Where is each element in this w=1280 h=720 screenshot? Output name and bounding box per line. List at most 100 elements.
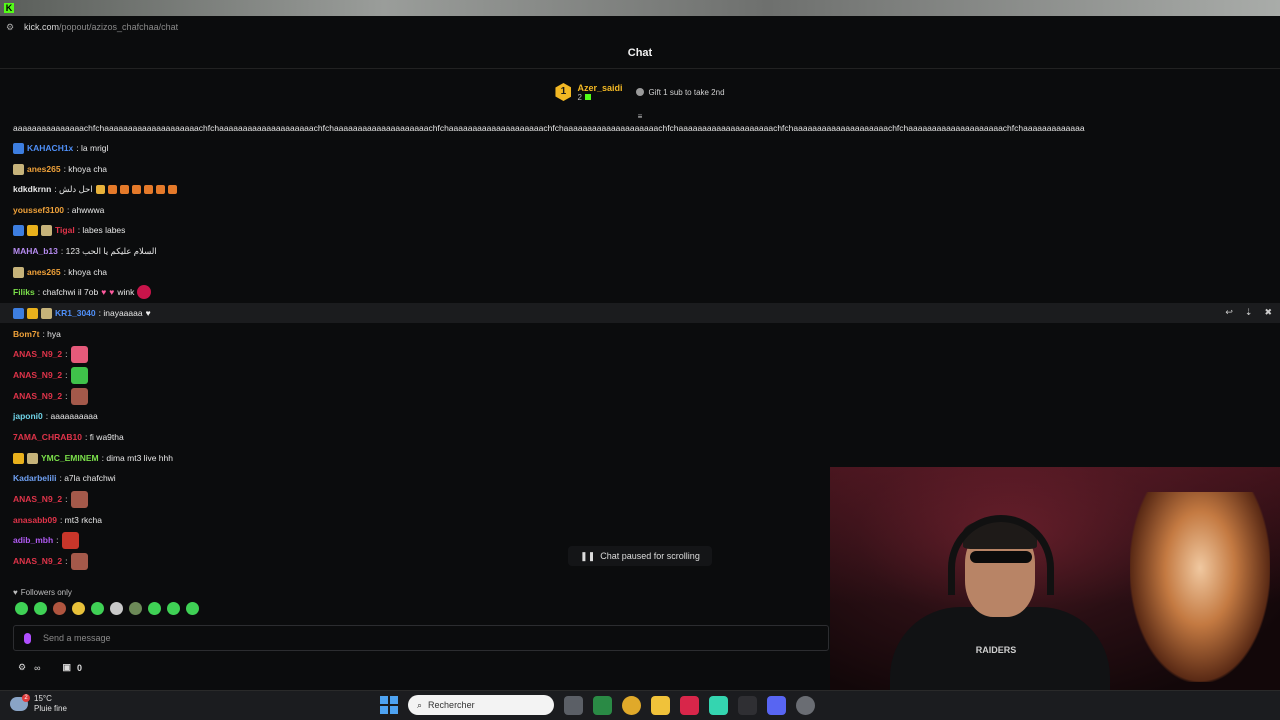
kick-app-icon[interactable] [593, 695, 612, 715]
gift-leaderboard: 1 Azer_saidi 2 Gift 1 sub to take 2nd [0, 70, 1280, 114]
channel-points[interactable]: ▣ 0 [63, 662, 83, 673]
message-text: : dima mt3 live hhh [101, 453, 173, 463]
emote-button[interactable] [186, 602, 199, 615]
chrome-icon[interactable] [622, 695, 641, 715]
capcut-icon[interactable] [738, 695, 757, 715]
chat-message: japoni0 : aaaaaaaaaa [13, 406, 98, 426]
username[interactable]: kdkdkrnn [13, 184, 51, 194]
discord-icon[interactable] [767, 695, 786, 715]
chat-message: MAHA_b13 : السلام عليكم يا الحب 123 [13, 241, 157, 261]
site-info-icon[interactable]: ⚙ [6, 22, 16, 32]
points-count: 0 [77, 662, 83, 673]
emote-button[interactable] [72, 602, 85, 615]
emote-button[interactable] [53, 602, 66, 615]
emote-icon [70, 366, 88, 384]
rank-badge: 1 [555, 83, 572, 101]
emote-button[interactable] [110, 602, 123, 615]
emote-button[interactable] [148, 602, 161, 615]
taskbar-search[interactable]: ⌕ Rechercher [408, 695, 554, 715]
weather-badge: 2 [22, 694, 30, 702]
address-bar[interactable]: ⚙ kick.com /popout/azizos_chafchaa/chat [0, 16, 1280, 38]
emote-button[interactable] [91, 602, 104, 615]
reply-icon[interactable]: ↩ [1225, 307, 1233, 318]
chat-paused-button[interactable]: ❚❚ Chat paused for scrolling [568, 546, 712, 566]
followers-only-notice: ♥ Followers only [13, 588, 72, 597]
message-text: : la mrigl [76, 143, 109, 153]
username[interactable]: anes265 [27, 164, 61, 174]
windows-start-icon[interactable] [380, 696, 398, 714]
obs-icon[interactable] [796, 695, 815, 715]
username[interactable]: japoni0 [13, 411, 43, 421]
top-gifter[interactable]: 1 Azer_saidi 2 [555, 83, 622, 102]
username[interactable]: Filiks [13, 287, 35, 297]
emote-icon [61, 531, 79, 549]
username[interactable]: anes265 [27, 267, 61, 277]
username[interactable]: ANAS_N9_2 [13, 349, 62, 359]
weather-widget[interactable]: 2 15°C Pluie fine [10, 694, 67, 714]
chat-message: KR1_3040 : inayaaaaa ♥ ↩ ⇣ ✖ [0, 303, 1280, 323]
chat-message: youssef3100 : ahwwwa [13, 200, 104, 220]
chat-message: YMC_EMINEM : dima mt3 live hhh [13, 448, 173, 468]
weather-desc: Pluie fine [34, 704, 67, 713]
quick-emote-bar [15, 602, 199, 615]
username[interactable]: anasabb09 [13, 515, 57, 525]
kick-favicon-icon[interactable]: K [4, 3, 14, 13]
username[interactable]: ANAS_N9_2 [13, 494, 62, 504]
emote-button[interactable] [34, 602, 47, 615]
username[interactable]: adib_mbh [13, 535, 53, 545]
pin-icon[interactable]: ⇣ [1245, 307, 1253, 318]
username[interactable]: Bom7t [13, 329, 39, 339]
username[interactable]: 7AMA_CHRAB10 [13, 432, 82, 442]
heart-icon: ♥ [13, 588, 18, 597]
username[interactable]: KR1_3040 [55, 308, 96, 318]
temperature: 15°C [34, 694, 52, 703]
file-explorer-icon[interactable] [651, 695, 670, 715]
chat-message: Filiks : chafchwi il 7ob ♥ ♥ wink [13, 282, 152, 302]
white-heart-icon: ♥ [145, 308, 151, 318]
gift-box-icon: ▣ [62, 662, 72, 672]
emote-button[interactable] [15, 602, 28, 615]
badge-icon [27, 452, 38, 464]
chat-message: Bom7t : hya [13, 324, 61, 344]
red-app-icon[interactable] [680, 695, 699, 715]
username[interactable]: ANAS_N9_2 [13, 370, 62, 380]
chat-message: kdkdkrnn : احل دلش [13, 179, 177, 199]
username[interactable]: YMC_EMINEM [41, 453, 99, 463]
username[interactable]: KAHACH1x [27, 143, 73, 153]
mic-icon[interactable] [24, 632, 31, 644]
username[interactable]: Kadarbelili [13, 473, 56, 483]
message-text: : aaaaaaaaaa [45, 411, 98, 421]
chat-message: adib_mbh : [13, 530, 79, 550]
chat-message: KAHACH1x : la mrigl [13, 138, 108, 158]
teal-app-icon[interactable] [709, 695, 728, 715]
emote-button[interactable] [167, 602, 180, 615]
settings-icon[interactable]: ⚙ [18, 662, 26, 673]
gifter-name[interactable]: Azer_saidi [577, 83, 622, 93]
username[interactable]: MAHA_b13 [13, 246, 58, 256]
username[interactable]: ANAS_N9_2 [13, 556, 62, 566]
badge-icon [41, 224, 52, 236]
delete-icon[interactable]: ✖ [1264, 307, 1272, 318]
message-text: : [65, 556, 68, 566]
emoji-icon [107, 184, 117, 194]
url-path[interactable]: /popout/azizos_chafchaa/chat [59, 22, 178, 32]
search-icon: ⌕ [417, 699, 423, 710]
task-view-icon[interactable] [564, 695, 583, 715]
username[interactable]: youssef3100 [13, 205, 64, 215]
message-text: : hya [42, 329, 61, 339]
url-host[interactable]: kick.com [24, 22, 59, 32]
message-text: : labes labes [77, 225, 126, 235]
gift-sub-cta[interactable]: Gift 1 sub to take 2nd [636, 88, 725, 97]
chat-message: anasabb09 : mt3 rkcha [13, 510, 102, 530]
chat-header: Chat [0, 38, 1280, 69]
emoji-icon [131, 184, 141, 194]
emote-button[interactable] [129, 602, 142, 615]
chat-message: ANAS_N9_2 : [13, 551, 88, 571]
infinity-icon[interactable]: ∞ [34, 663, 40, 673]
message-text: : mt3 rkcha [59, 515, 102, 525]
wall-artwork [1130, 492, 1270, 682]
username[interactable]: Tigal [55, 225, 75, 235]
message-input[interactable]: Send a message [13, 625, 829, 651]
username[interactable]: ANAS_N9_2 [13, 391, 62, 401]
emote-icon [70, 490, 88, 508]
